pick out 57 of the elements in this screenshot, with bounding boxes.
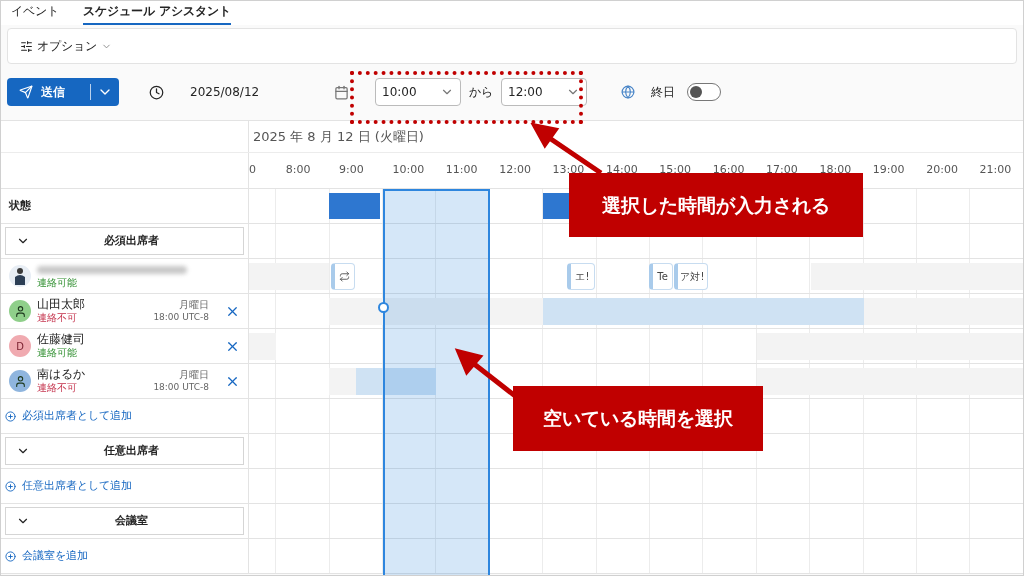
attendee-name: 南はるか	[37, 368, 86, 381]
add-attendee-link[interactable]: 会議室を追加	[5, 547, 88, 565]
availability-status: 連絡可能	[37, 346, 78, 359]
group-header[interactable]: 必須出席者	[5, 227, 244, 255]
local-day: 月曜日	[179, 369, 209, 381]
avatar: D	[9, 335, 31, 357]
person-icon	[14, 267, 26, 285]
hour-label: 0	[249, 163, 256, 177]
send-split-button[interactable]: 送信	[7, 78, 119, 106]
end-time-field[interactable]: 12:00	[501, 78, 587, 106]
selected-time-range[interactable]	[383, 189, 490, 575]
all-day-label: 終日	[651, 84, 675, 101]
date-text[interactable]: 2025/08/12	[190, 83, 320, 101]
status-label: 状態	[9, 197, 31, 214]
availability-status: 連絡可能	[37, 275, 78, 289]
tab[interactable]: スケジュール アシスタント	[83, 2, 232, 25]
calendar-icon	[334, 84, 349, 100]
attendee-name: 佐藤健司	[37, 333, 86, 346]
hour-label: 19:00	[872, 163, 905, 177]
all-day-toggle[interactable]	[687, 83, 721, 101]
hour-label: 12:00	[499, 163, 531, 177]
hour-label: 21:00	[979, 163, 1012, 177]
availability-status: 連絡不可	[37, 381, 78, 394]
attendee-name: 山田太郎	[37, 298, 86, 311]
local-time: 18:00 UTC-8	[153, 311, 209, 323]
add-icon	[5, 550, 16, 562]
group-header[interactable]: 任意出席者	[5, 437, 244, 465]
annotation-callout: 空いている時間を選択	[513, 386, 763, 451]
sliders-icon	[20, 39, 33, 53]
start-time-field[interactable]: 10:00	[375, 78, 461, 106]
globe-icon[interactable]	[621, 85, 635, 99]
add-icon	[5, 410, 16, 422]
hour-label: 8:00	[285, 163, 311, 177]
event-chip[interactable]: Te	[649, 263, 673, 290]
event-chip[interactable]: エ!	[567, 263, 595, 290]
local-day: 月曜日	[179, 299, 209, 311]
availability-status: 連絡不可	[37, 311, 78, 324]
hour-label: 9:00	[339, 163, 364, 177]
add-icon	[5, 480, 16, 492]
range-handle[interactable]	[378, 302, 389, 313]
hour-label: 20:00	[926, 163, 958, 177]
date-heading: 2025 年 8 月 12 日 (火曜日)	[252, 127, 424, 146]
clock-icon	[149, 84, 164, 100]
group-header[interactable]: 会議室	[5, 507, 244, 535]
options-button[interactable]: オプション	[20, 37, 112, 55]
send-button[interactable]: 送信	[7, 83, 90, 101]
local-time: 18:00 UTC-8	[153, 381, 209, 393]
event-chip[interactable]	[331, 263, 355, 290]
send-icon	[19, 85, 33, 99]
add-attendee-link[interactable]: 必須出席者として追加	[5, 407, 132, 425]
event-chip[interactable]: ア対!	[674, 263, 708, 290]
tab[interactable]: イベント	[11, 2, 59, 25]
add-attendee-link[interactable]: 任意出席者として追加	[5, 477, 132, 495]
repeat-icon	[339, 271, 350, 282]
connector-text: から	[469, 84, 493, 101]
hour-label: 11:00	[445, 163, 478, 177]
hour-label: 10:00	[392, 163, 425, 177]
